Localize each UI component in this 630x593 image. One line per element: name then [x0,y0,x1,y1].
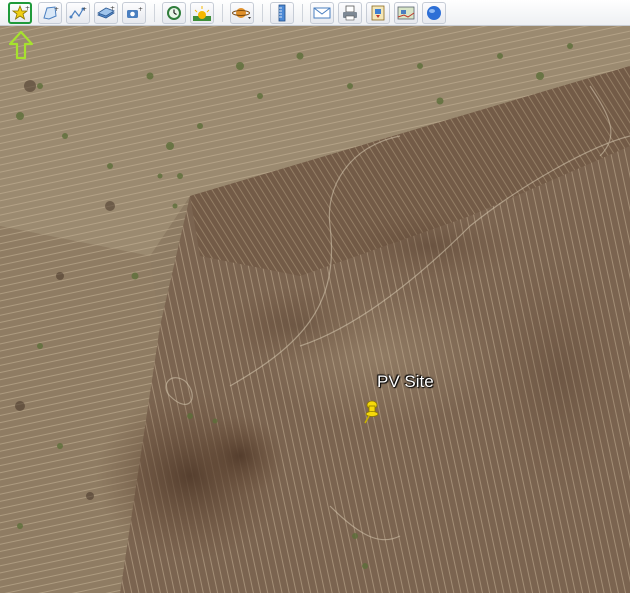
switch-planet-button[interactable] [230,2,254,24]
historical-imagery-button[interactable] [162,2,186,24]
satellite-imagery [0,26,630,593]
email-icon [313,7,331,19]
yellow-pushpin-icon[interactable] [360,400,380,424]
save-image-button[interactable] [366,2,390,24]
record-tour-button[interactable]: + [122,2,146,24]
pushpin-star-icon: + [11,4,30,20]
toolbar-separator [222,4,223,22]
sunlight-button[interactable] [190,2,214,24]
email-button[interactable] [310,2,334,24]
print-button[interactable] [338,2,362,24]
svg-text:+: + [138,6,143,13]
svg-text:+: + [54,6,59,13]
add-placemark-button[interactable]: + [8,2,32,24]
svg-text:+: + [25,5,30,12]
toolbar-separator [262,4,263,22]
clock-history-icon [167,6,181,20]
view-in-maps-button[interactable] [394,2,418,24]
placemark-label[interactable]: PV Site [377,372,434,392]
polygon-icon: + [43,6,59,20]
ruler-icon [278,4,286,22]
svg-text:+: + [82,6,87,13]
satellite-map-view[interactable]: PV Site [0,26,630,593]
map-view-icon [397,6,415,20]
save-image-icon [371,5,385,21]
add-image-overlay-button[interactable]: + [94,2,118,24]
toolbar: + + + + + [0,0,630,26]
sunlight-icon [193,6,211,21]
add-polygon-button[interactable]: + [38,2,62,24]
ruler-button[interactable] [270,2,294,24]
earth-gallery-button[interactable] [422,2,446,24]
toolbar-separator [154,4,155,22]
globe-icon [427,6,441,20]
up-arrow-icon [8,30,34,60]
svg-text:+: + [110,5,115,12]
path-icon: + [69,6,87,19]
print-icon [343,5,357,21]
image-overlay-icon: + [97,5,115,19]
add-path-button[interactable]: + [66,2,90,24]
planet-icon [232,8,251,19]
toolbar-separator [302,4,303,22]
camera-record-icon: + [127,6,143,18]
